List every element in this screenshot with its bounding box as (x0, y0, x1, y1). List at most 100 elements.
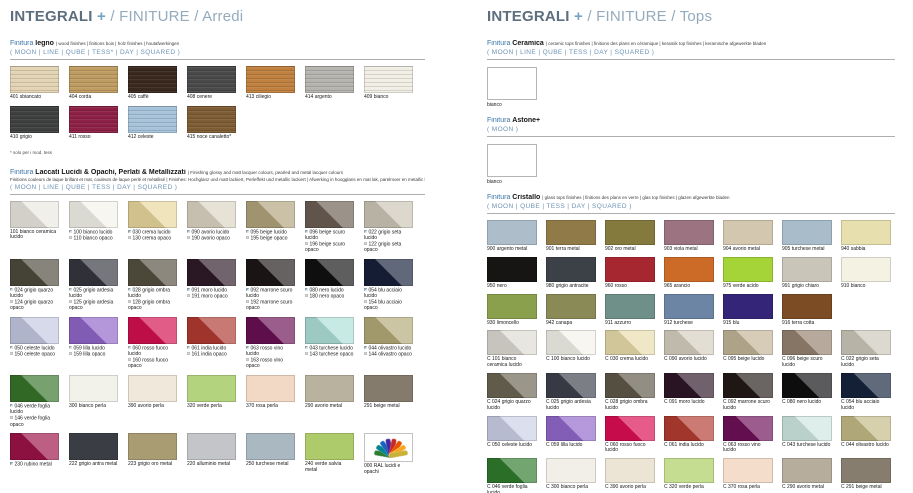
swatch-cell: 942 canapa (546, 294, 596, 327)
swatch-label: C 024 grigio quarzo lucido (487, 400, 537, 412)
swatch-cell: 940 sabbia (841, 220, 891, 253)
color-swatch (364, 66, 413, 93)
swatch-cell: 950 nero (487, 257, 537, 290)
gloss-marker-icon (364, 288, 367, 291)
gloss-marker-icon (246, 346, 249, 349)
color-swatch (487, 458, 537, 483)
swatch-label: C 300 bianco perla (546, 485, 596, 491)
swatch-cell: 100 bianco lucido110 bianco opaco (69, 201, 118, 254)
swatch-cell: C 024 grigio quarzo lucido (487, 373, 537, 412)
swatch-cell: 043 turchese lucido143 turchese opaco (305, 317, 354, 370)
swatch-cell: 000 RAL lucidi e opachi (364, 433, 413, 476)
color-swatch (128, 106, 177, 133)
swatch-label: 220 alluminio metal (187, 462, 236, 468)
swatch-cell: C 290 avorio metal (782, 458, 832, 493)
swatch-label: 370 rosa perla (246, 404, 295, 410)
swatch-label: 991 grigio chiaro (782, 284, 832, 290)
color-swatch (69, 259, 118, 286)
swatch-cell: 091 moro lucido191 moro opaco (187, 259, 236, 312)
swatch-cell: 916 terra cotta (782, 294, 832, 327)
gloss-marker-icon (128, 346, 131, 349)
swatch-label: 240 verde salvia metal (305, 462, 354, 474)
matt-marker-icon (69, 352, 72, 355)
swatch-cell: C 080 nero lucido (782, 373, 832, 412)
swatch-cell: C 050 celeste lucido (487, 416, 537, 455)
swatch-cell: 414 argento (305, 66, 354, 101)
matt-marker-icon (10, 416, 13, 419)
brand-plus: + (97, 8, 106, 25)
swatch-cell: 223 grigio oro metal (128, 433, 177, 476)
color-swatch (664, 330, 714, 355)
color-swatch (10, 259, 59, 286)
arredi-column: INTEGRALI + / FINITURE / Arredi Finitura… (10, 0, 425, 481)
finish-name: Astone+ (512, 117, 540, 124)
color-swatch (10, 106, 59, 133)
swatch-cell: C 022 grigio seta lucido (841, 330, 891, 369)
swatch-label: C 025 grigio ardesia lucido (546, 400, 596, 412)
swatch-cell: 028 grigio ombra lucido128 grigio ombra … (128, 259, 177, 312)
swatch-cell: 300 bianco perla (69, 375, 118, 428)
color-swatch (128, 375, 177, 402)
swatch-label: 414 argento (305, 95, 354, 101)
color-swatch (841, 416, 891, 441)
swatch-label: 950 nero (487, 284, 537, 290)
swatch-cell: C 063 rosso vino lucido (723, 416, 773, 455)
swatch-cell: C 320 verde perla (664, 458, 714, 493)
swatch-cell: 222 grigio antra metal (69, 433, 118, 476)
swatch-label: 054 blu acciaio lucido154 blu acciaio op… (364, 288, 413, 312)
color-swatch (69, 317, 118, 344)
swatch-cell: 930 limoncello (487, 294, 537, 327)
swatch-label: 091 moro lucido191 moro opaco (187, 288, 236, 301)
swatch-label: 940 sabbia (841, 247, 891, 253)
color-swatch (664, 294, 714, 319)
gloss-marker-icon (69, 230, 72, 233)
swatch-label: 250 turchese metal (246, 462, 295, 468)
swatch-cell: 044 olivastro lucido144 olivastro opaco (364, 317, 413, 370)
color-swatch (546, 416, 596, 441)
gloss-marker-icon (364, 230, 367, 233)
color-swatch (605, 294, 655, 319)
divider (10, 59, 425, 60)
swatch-label: C 061 india lucido (664, 443, 714, 449)
swatch-label: 390 avorio perla (128, 404, 177, 410)
swatch-label: 000 RAL lucidi e opachi (364, 464, 413, 476)
matt-marker-icon (10, 352, 13, 355)
swatch-label: C 091 moro lucido (664, 400, 714, 406)
swatch-label: 900 argento metal (487, 247, 537, 253)
swatch-cell: 063 rosso vino lucido163 rosso vino opac… (246, 317, 295, 370)
color-swatch (546, 257, 596, 282)
astone-bianco-swatch (487, 144, 537, 177)
divider (10, 194, 425, 195)
color-swatch (69, 433, 118, 460)
translations: | glass tops finishes | finitions des pl… (542, 195, 729, 200)
color-swatch (69, 201, 118, 228)
swatch-label: C 028 grigio ombra lucido (605, 400, 655, 412)
section-title: Finitura Laccati Lucidi & Opachi, Perlat… (10, 169, 425, 177)
swatch-cell: C 030 crema lucido (605, 330, 655, 369)
swatch-cell: 415 noce canaletto* (187, 106, 236, 141)
swatch-cell: 905 turchese metal (782, 220, 832, 253)
swatch-cell: C 092 marrone scuro lucido (723, 373, 773, 412)
swatch-label: bianco (487, 102, 895, 108)
programs-list: ( MOON | LINE | QUBE | TESS* | DAY | SQU… (10, 49, 425, 57)
matt-marker-icon (128, 236, 131, 239)
gloss-marker-icon (305, 288, 308, 291)
swatch-label: 320 verde perla (187, 404, 236, 410)
swatch-cell: 290 avorio metal (305, 375, 354, 428)
color-swatch (723, 373, 773, 398)
swatch-label: 980 grigio antracite (546, 284, 596, 290)
swatch-label: 300 bianco perla (69, 404, 118, 410)
swatch-cell: 370 rosa perla (246, 375, 295, 428)
swatch-cell: 095 beige lucido195 beige opaco (246, 201, 295, 254)
swatch-label: 050 celeste lucido150 celeste opaco (10, 346, 59, 359)
swatch-label: 942 canapa (546, 321, 596, 327)
swatch-cell: 080 nero lucido180 nero opaco (305, 259, 354, 312)
color-swatch (723, 220, 773, 245)
swatch-label: 408 cenere (187, 95, 236, 101)
color-swatch (723, 294, 773, 319)
swatch-cell: 059 lilla lucido159 lilla opaco (69, 317, 118, 370)
swatch-cell: 054 blu acciaio lucido154 blu acciaio op… (364, 259, 413, 312)
programs-list: ( MOON ) (487, 126, 895, 134)
cristallo-swatch-grid: 900 argento metal901 terra metal902 oro … (487, 220, 895, 493)
finish-name: Ceramica (512, 40, 544, 47)
